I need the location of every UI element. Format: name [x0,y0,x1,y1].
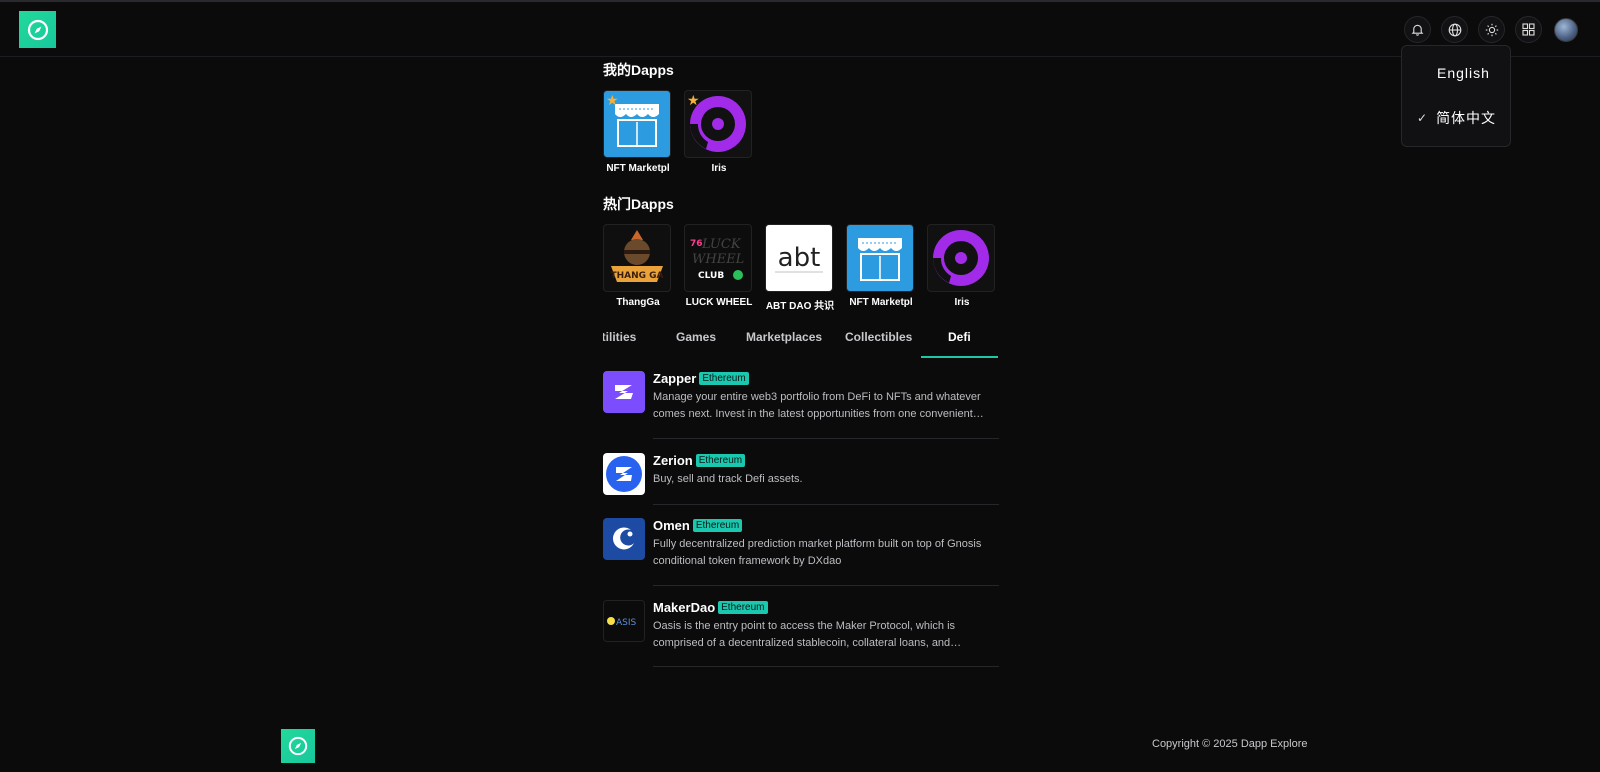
my-dapp-iris[interactable]: ★ Iris [684,90,754,174]
app-name: Iris [711,163,727,174]
sun-icon [1485,23,1498,36]
theme-toggle-button[interactable] [1478,16,1505,43]
tab-collectibles[interactable]: Collectibles [845,330,912,344]
svg-text:LUCK: LUCK [701,237,742,252]
language-option-chinese[interactable]: ✓ 简体中文 [1417,108,1525,128]
dapp-description: Manage your entire web3 portfolio from D… [653,391,981,420]
iris-logo [927,224,995,292]
divider [653,585,999,586]
app-name: ThangGa [616,297,660,308]
checkmark-icon: ✓ [1417,111,1429,125]
top-header [0,2,1600,57]
grid-icon [1522,23,1535,36]
app-name: Iris [954,297,970,308]
zerion-logo [603,453,645,495]
dapp-title: Zerion [653,453,693,468]
chain-badge: Ethereum [692,519,743,532]
language-dropdown: English ✓ 简体中文 [1401,45,1511,147]
svg-text:abt: abt [778,243,821,273]
active-tab-indicator [921,356,998,358]
user-avatar[interactable] [1554,17,1578,42]
copyright-text: Copyright © 2025 Dapp Explore [1152,738,1308,750]
my-dapps-title: 我的Dapps [603,62,674,78]
svg-text:CLUB: CLUB [698,271,724,281]
abt-logo: abt [765,224,833,292]
hot-dapp-nft-marketplace[interactable]: NFT Marketpl [846,224,916,308]
oasis-logo: ASIS [603,600,645,642]
compass-icon [288,736,308,756]
svg-text:WHEEL: WHEEL [692,252,744,267]
language-option-english[interactable]: English [1437,65,1545,81]
svg-text:ASIS: ASIS [616,618,637,628]
favorite-star-icon[interactable]: ★ [687,93,700,107]
favorite-star-icon[interactable]: ★ [606,93,619,107]
dapp-description: Fully decentralized prediction market pl… [653,538,982,567]
dapp-title: Omen [653,518,690,533]
apps-grid-button[interactable] [1515,16,1542,43]
storefront-icon [846,224,914,292]
my-dapp-nft-marketplace[interactable]: ★ NFT Marketpl [603,90,673,174]
language-button[interactable] [1441,16,1468,43]
thangga-logo: THANG GA [603,224,671,292]
compass-icon [27,19,48,40]
chain-badge: Ethereum [699,372,749,385]
luck-wheel-logo: 76 LUCK WHEEL CLUB [684,224,752,292]
bell-icon [1411,24,1424,36]
hot-dapps-title: 热门Dapps [603,196,674,212]
hot-dapp-iris[interactable]: Iris [927,224,997,308]
hot-dapp-abt-dao[interactable]: abt ABT DAO 共识 [765,224,835,312]
notifications-button[interactable] [1404,16,1431,43]
globe-icon [1448,23,1461,36]
dapp-title: Zapper [653,371,697,386]
divider [653,504,999,505]
iris-logo: ★ [684,90,752,158]
language-option-label: 简体中文 [1436,110,1497,126]
divider [653,666,999,667]
chain-badge: Ethereum [718,601,768,614]
divider [653,438,999,439]
hot-dapp-luck-wheel[interactable]: 76 LUCK WHEEL CLUB LUCK WHEEL [684,224,754,308]
footer-compass-logo[interactable] [281,729,315,763]
app-name: ABT DAO 共识 [765,301,835,312]
chain-badge: Ethereum [695,454,746,467]
storefront-icon: ★ [603,90,671,158]
svg-text:76: 76 [690,239,703,249]
tab-defi[interactable]: Defi [948,330,971,344]
category-tabs: Utilities Games Marketplaces Collectible… [603,324,999,358]
app-name: NFT Marketpl [606,163,670,174]
compass-logo[interactable] [19,11,56,48]
tab-marketplaces[interactable]: Marketplaces [746,330,822,344]
app-name: LUCK WHEEL [685,297,753,308]
hot-dapp-thangga[interactable]: THANG GA ThangGa [603,224,673,308]
tab-games[interactable]: Games [676,330,716,344]
dapp-description: Buy, sell and track Defi assets. [653,473,803,485]
header-actions [1404,16,1600,43]
zapper-logo [603,371,645,413]
app-name: NFT Marketpl [849,297,913,308]
svg-text:THANG GA: THANG GA [610,271,663,281]
dapp-title: MakerDao [653,600,716,615]
tab-utilities[interactable]: Utilities [603,330,636,344]
dapp-description: Oasis is the entry point to access the M… [653,620,956,649]
omen-logo [603,518,645,560]
